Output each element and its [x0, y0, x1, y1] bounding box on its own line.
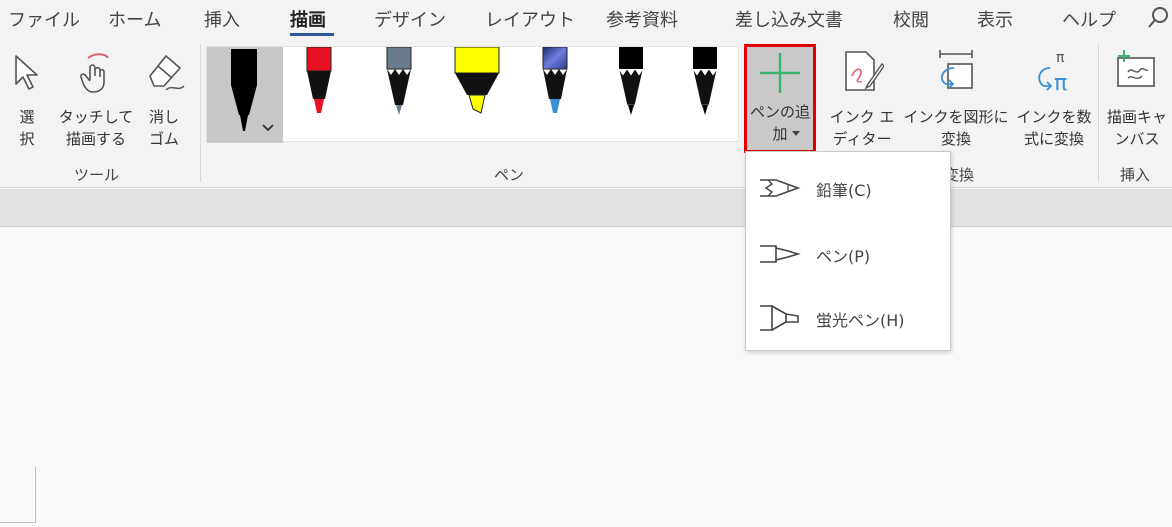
- black-pencil-icon: [692, 47, 718, 115]
- tab-mailings[interactable]: 差し込み文書: [735, 6, 843, 32]
- tools-group-label: ツール: [74, 166, 120, 184]
- plus-icon: [760, 53, 800, 93]
- ruler-band: [0, 189, 1172, 227]
- select-label: 選 択: [19, 108, 35, 148]
- add-pen-button[interactable]: ペンの追 加: [744, 44, 816, 153]
- word-window: ファイル ホーム 挿入 描画 デザイン レイアウト 参考資料 差し込み文書 校閲…: [0, 0, 1172, 527]
- tab-file[interactable]: ファイル: [8, 6, 80, 32]
- pen-gallery: [206, 46, 739, 143]
- drawing-canvas-label: 描画キャ ンバス: [1106, 108, 1167, 148]
- eraser-label: 消し ゴム: [148, 108, 179, 148]
- menu-item-pencil[interactable]: 鉛筆(C): [746, 166, 950, 210]
- gray-pencil-icon: [386, 46, 412, 115]
- eraser-icon: [149, 55, 185, 91]
- select-button[interactable]: 選 択: [4, 48, 50, 158]
- red-pen-icon: [306, 46, 332, 113]
- search-icon[interactable]: [1147, 6, 1169, 30]
- insert-group-label: 挿入: [1120, 166, 1151, 184]
- menu-item-pen[interactable]: ペン(P): [746, 232, 950, 276]
- menu-item-pencil-label: 鉛筆(C): [816, 181, 872, 200]
- touch-draw-button[interactable]: タッチして 描画する: [56, 48, 136, 158]
- menu-item-highlighter-label: 蛍光ペン(H): [816, 311, 905, 330]
- eraser-button[interactable]: 消し ゴム: [138, 48, 190, 158]
- tab-view[interactable]: 表示: [977, 6, 1013, 32]
- pen-icon: [760, 245, 801, 263]
- highlighter-icon: [760, 305, 799, 331]
- red-pen[interactable]: [297, 46, 341, 127]
- ink-editor-button[interactable]: インク エ ディター: [824, 48, 900, 158]
- touch-draw-label: タッチして 描画する: [58, 108, 134, 148]
- black-pencil-2[interactable]: [683, 47, 727, 127]
- group-separator: [200, 44, 201, 182]
- menu-item-pen-label: ペン(P): [816, 247, 871, 266]
- yellow-highlighter-icon: [454, 46, 500, 114]
- tab-insert[interactable]: 挿入: [204, 6, 240, 32]
- ink-to-math-button[interactable]: π π インクを数 式に変換: [1014, 48, 1094, 158]
- blue-galaxy-pencil[interactable]: [533, 46, 577, 127]
- gray-pencil[interactable]: [377, 46, 421, 127]
- tab-home[interactable]: ホーム: [108, 6, 161, 32]
- galaxy-pencil-icon: [542, 46, 568, 113]
- pencil-icon: [760, 179, 801, 197]
- black-pencil-1[interactable]: [609, 47, 653, 127]
- add-pen-label: ペンの追 加: [749, 103, 810, 143]
- page-corner-mark: [0, 467, 36, 523]
- touch-hand-icon: [80, 53, 109, 93]
- add-pen-text: ペンの追 加: [747, 101, 813, 147]
- svg-text:π: π: [1056, 50, 1065, 66]
- tab-references[interactable]: 参考資料: [606, 6, 678, 32]
- cursor-arrow-icon: [15, 55, 38, 90]
- tab-help[interactable]: ヘルプ: [1062, 6, 1116, 32]
- ink-to-math-label: インクを数 式に変換: [1016, 108, 1092, 148]
- ribbon-tabs: ファイル ホーム 挿入 描画 デザイン レイアウト 参考資料 差し込み文書 校閲…: [0, 0, 1172, 38]
- active-tab-indicator: [290, 33, 334, 36]
- drawing-canvas-button[interactable]: 描画キャ ンバス: [1102, 48, 1172, 158]
- ink-to-shape-icon: [939, 50, 973, 89]
- drawing-canvas-icon: [1117, 50, 1155, 87]
- black-pen-icon: [231, 49, 274, 132]
- ink-to-shape-label: インクを図形に 変換: [903, 108, 1009, 148]
- ink-editor-icon: [845, 51, 884, 91]
- dropdown-caret-icon: [792, 131, 800, 136]
- document-area[interactable]: [0, 228, 1172, 527]
- tab-draw[interactable]: 描画: [290, 6, 326, 32]
- menu-item-highlighter[interactable]: 蛍光ペン(H): [746, 296, 950, 340]
- yellow-highlighter[interactable]: [451, 46, 503, 127]
- svg-text:π: π: [1054, 71, 1067, 94]
- ink-to-math-icon: π π: [1038, 50, 1067, 94]
- group-separator: [1098, 44, 1099, 182]
- tab-layout[interactable]: レイアウト: [485, 6, 575, 32]
- ribbon: 選 択 タッチして 描画する 消し ゴム ツール ペン ペンの追 加 インク エ…: [0, 38, 1172, 188]
- tab-design[interactable]: デザイン: [374, 6, 446, 32]
- black-pencil-icon: [618, 47, 644, 115]
- tab-review[interactable]: 校閲: [893, 6, 929, 32]
- ink-to-shape-button[interactable]: インクを図形に 変換: [902, 48, 1010, 158]
- ink-editor-label: インク エ ディター: [829, 108, 895, 148]
- add-pen-menu: 鉛筆(C) ペン(P) 蛍光ペン(H): [745, 151, 951, 351]
- selected-pen-slot[interactable]: [207, 47, 283, 143]
- pens-group-label: ペン: [494, 166, 525, 184]
